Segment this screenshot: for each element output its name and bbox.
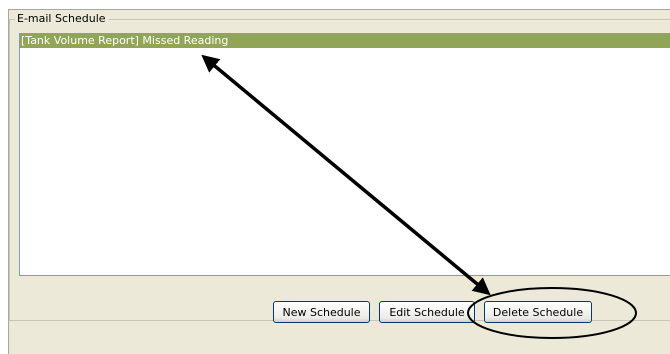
edit-schedule-button[interactable]: Edit Schedule bbox=[379, 301, 475, 323]
delete-schedule-button[interactable]: Delete Schedule bbox=[484, 301, 592, 323]
list-item[interactable]: [Tank Volume Report] Missed Reading bbox=[20, 34, 670, 48]
groupbox-title: E-mail Schedule bbox=[15, 12, 109, 26]
schedule-list[interactable]: [Tank Volume Report] Missed Reading bbox=[19, 33, 670, 276]
new-schedule-button[interactable]: New Schedule bbox=[273, 301, 370, 323]
